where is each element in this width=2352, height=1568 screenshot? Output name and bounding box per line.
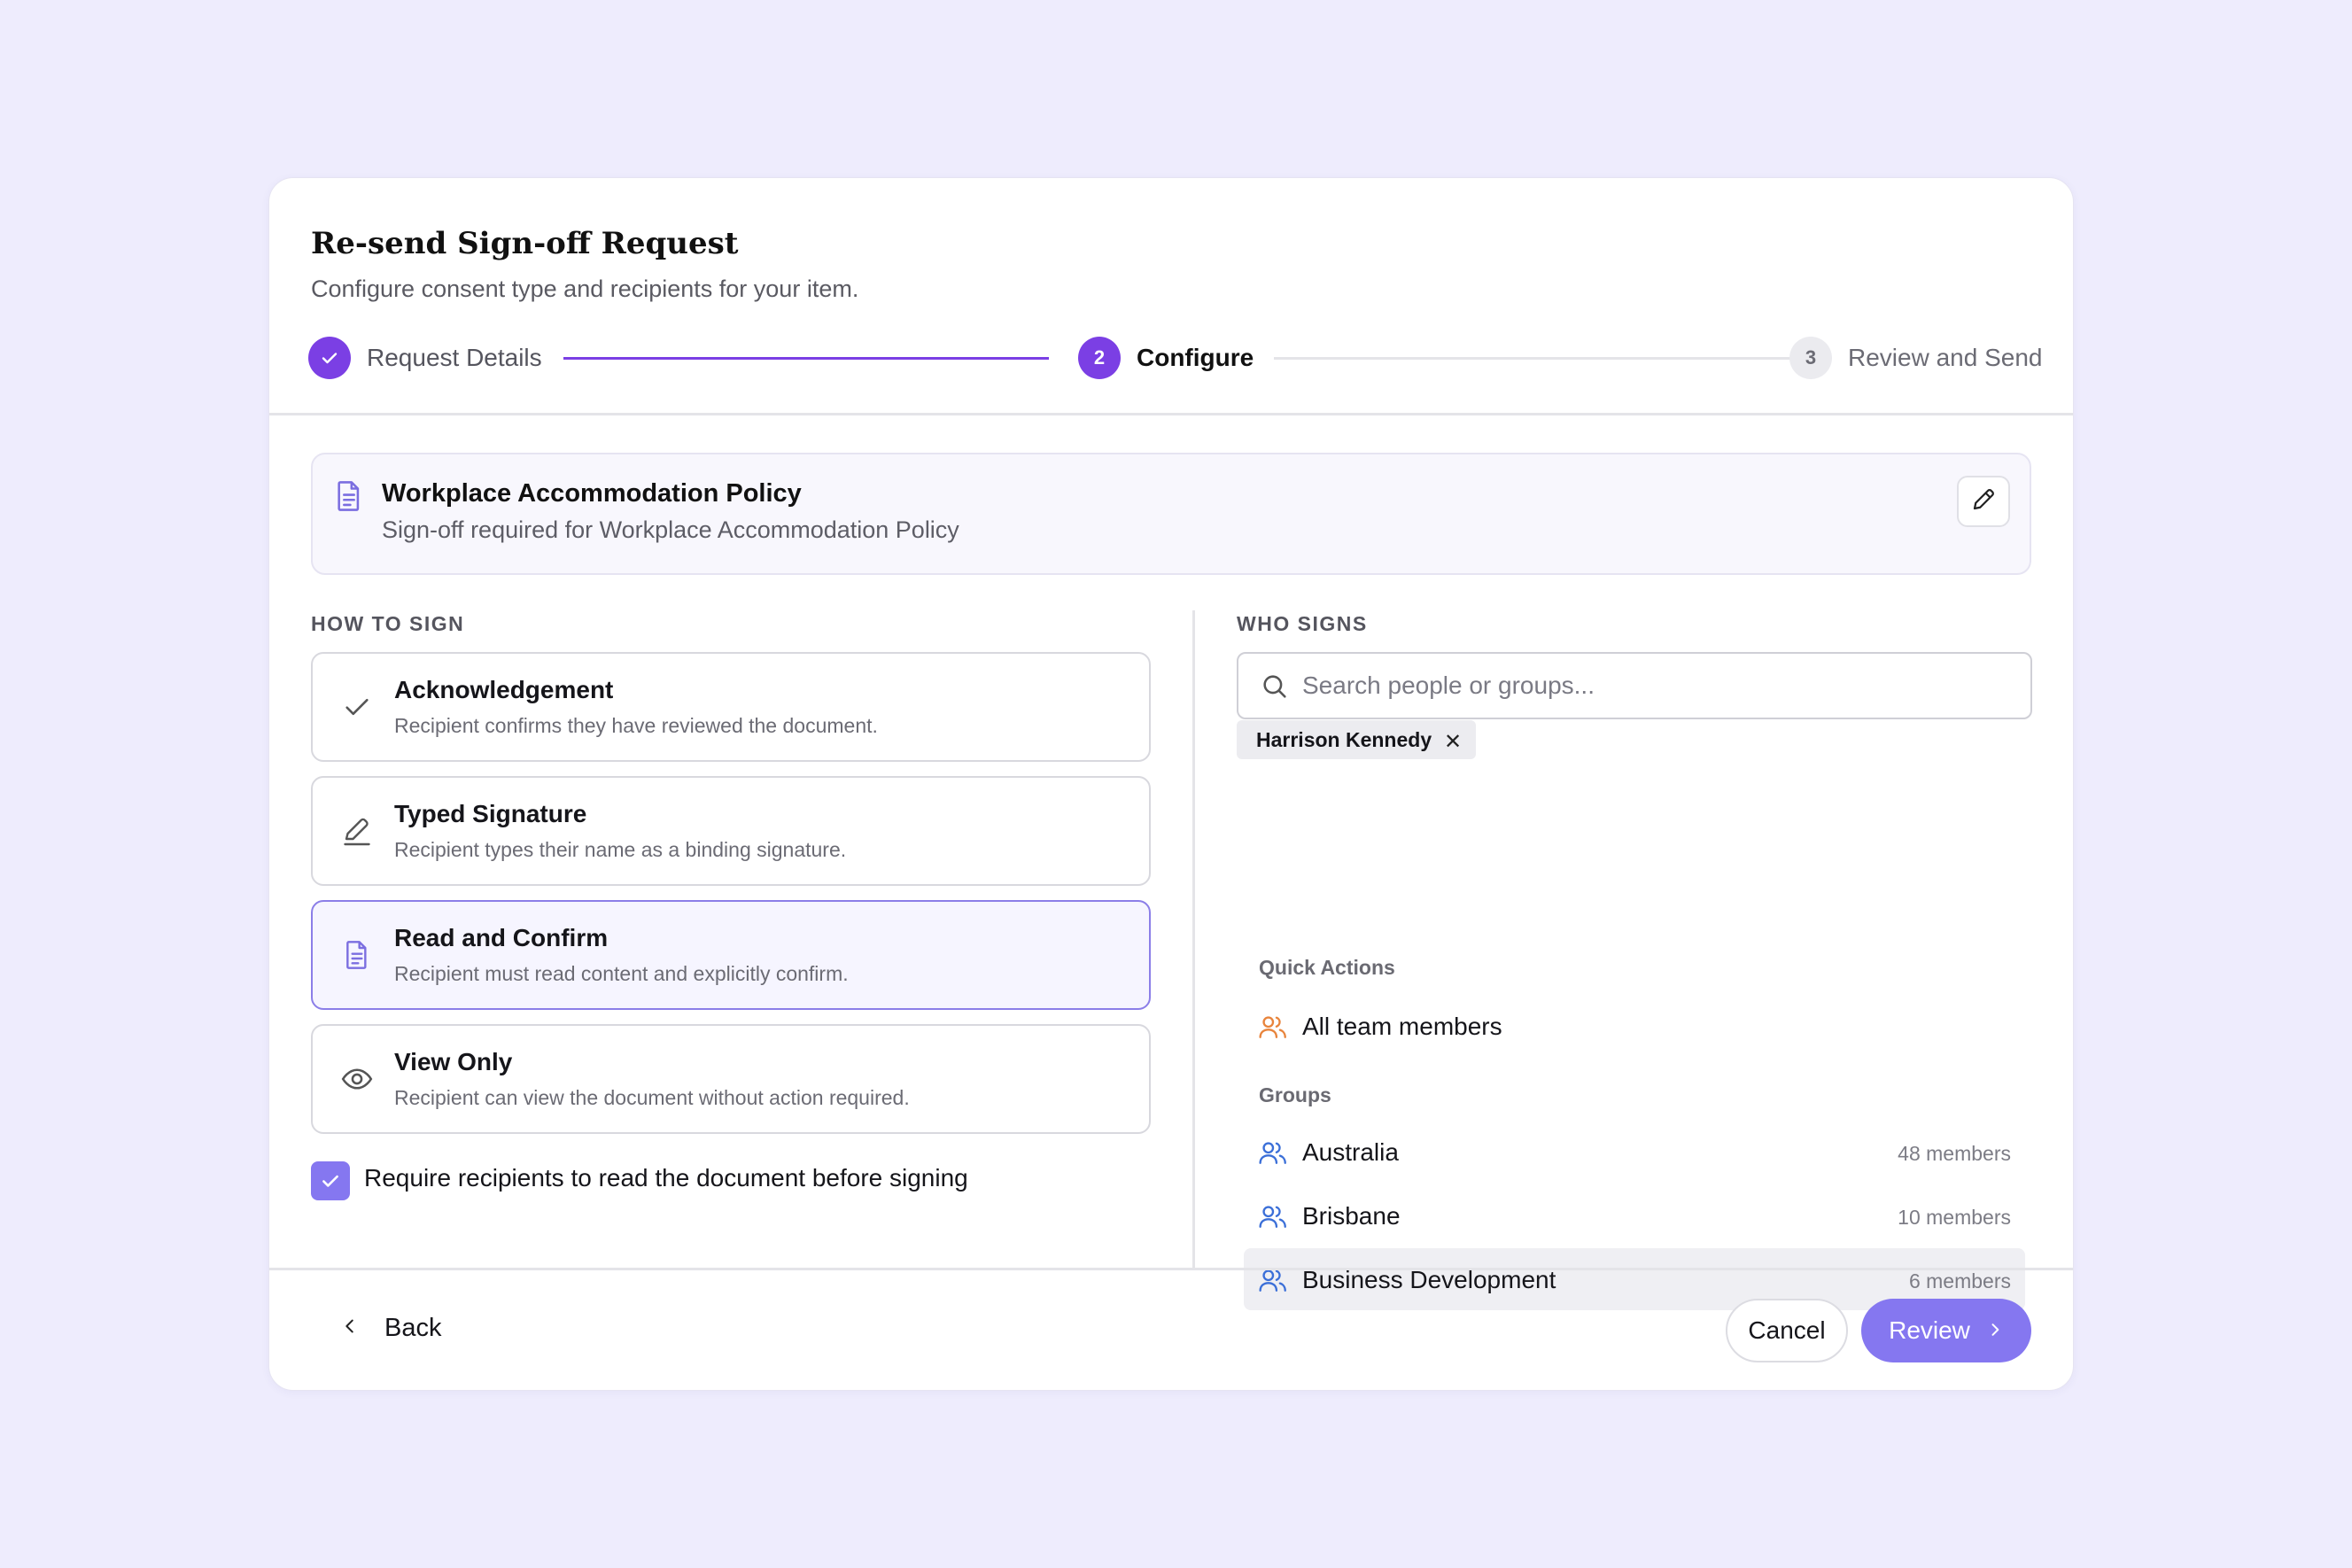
users-icon xyxy=(1258,1267,1288,1298)
modal-header: Re-send Sign-off Request Configure conse… xyxy=(269,178,2073,415)
pen-icon xyxy=(338,811,376,850)
option-typed-signature[interactable]: Typed Signature Recipient types their na… xyxy=(311,776,1151,886)
step-number: 2 xyxy=(1078,337,1121,379)
document-icon xyxy=(334,479,364,517)
pencil-icon xyxy=(1970,486,1997,517)
step-number: 3 xyxy=(1789,337,1832,379)
step-label: Configure xyxy=(1137,344,1254,371)
check-icon xyxy=(322,1175,338,1187)
group-row-brisbane[interactable]: Brisbane 10 members xyxy=(1244,1184,2025,1246)
stepper-connector-pending xyxy=(1274,357,1797,360)
check-icon xyxy=(338,687,376,726)
option-description: Recipient types their name as a binding … xyxy=(394,838,847,861)
footer-divider xyxy=(269,1268,2073,1270)
option-title: Read and Confirm xyxy=(394,924,609,951)
document-title: Workplace Accommodation Policy xyxy=(382,479,802,508)
step-label: Review and Send xyxy=(1848,344,2043,371)
search-placeholder: Search people or groups... xyxy=(1302,671,1595,699)
remove-chip-icon[interactable]: ✕ xyxy=(1444,729,1462,755)
eye-icon xyxy=(338,1060,376,1098)
option-description: Recipient can view the document without … xyxy=(394,1086,910,1109)
group-name: Australia xyxy=(1302,1138,1399,1166)
quick-action-label: All team members xyxy=(1302,1013,1502,1040)
chip-label: Harrison Kennedy xyxy=(1256,727,1432,751)
step-label: Request Details xyxy=(367,344,542,371)
chevron-left-icon xyxy=(340,1314,360,1343)
document-card: Workplace Accommodation Policy Sign-off … xyxy=(311,453,2031,575)
sign-off-modal: Re-send Sign-off Request Configure conse… xyxy=(268,177,2074,1391)
users-icon xyxy=(1258,1203,1288,1234)
group-member-count: 48 members xyxy=(1898,1142,2011,1165)
selected-recipient-chip: Harrison Kennedy ✕ xyxy=(1237,720,1477,759)
step-review-and-send[interactable]: 3 Review and Send xyxy=(1789,336,2042,380)
edit-document-button[interactable] xyxy=(1957,476,2010,527)
option-description: Recipient must read content and explicit… xyxy=(394,962,849,985)
option-title: Typed Signature xyxy=(394,800,587,827)
modal-title: Re-send Sign-off Request xyxy=(311,226,739,261)
back-button[interactable]: Back xyxy=(340,1314,441,1343)
group-name: Brisbane xyxy=(1302,1202,1401,1230)
groups-heading: Groups xyxy=(1259,1083,1331,1106)
review-label: Review xyxy=(1889,1316,1970,1344)
stepper-connector-done xyxy=(563,357,1049,360)
option-view-only[interactable]: View Only Recipient can view the documen… xyxy=(311,1024,1151,1134)
back-label: Back xyxy=(384,1314,442,1342)
quick-actions-heading: Quick Actions xyxy=(1259,956,1395,979)
require-read-label[interactable]: Require recipients to read the document … xyxy=(364,1164,968,1192)
step-configure[interactable]: 2 Configure xyxy=(1078,336,1254,380)
option-title: View Only xyxy=(394,1048,513,1075)
how-to-sign-heading: HOW TO SIGN xyxy=(311,612,465,635)
group-member-count: 10 members xyxy=(1898,1206,2011,1229)
document-subtitle: Sign-off required for Workplace Accommod… xyxy=(382,516,959,543)
option-title: Acknowledgement xyxy=(394,676,614,703)
users-icon xyxy=(1258,1013,1288,1044)
search-icon xyxy=(1260,671,1290,706)
group-member-count: 6 members xyxy=(1908,1269,2011,1292)
column-divider xyxy=(1192,610,1195,1270)
step-request-details[interactable]: Request Details xyxy=(308,336,542,380)
cancel-button[interactable]: Cancel xyxy=(1726,1299,1848,1362)
quick-action-all-team-members[interactable]: All team members xyxy=(1244,995,2025,1057)
who-signs-heading: WHO SIGNS xyxy=(1237,612,1368,635)
require-read-checkbox[interactable] xyxy=(311,1161,350,1200)
group-row-australia[interactable]: Australia 48 members xyxy=(1244,1121,2025,1183)
option-read-and-confirm[interactable]: Read and Confirm Recipient must read con… xyxy=(311,900,1151,1010)
option-acknowledgement[interactable]: Acknowledgement Recipient confirms they … xyxy=(311,652,1151,762)
check-icon xyxy=(308,337,351,379)
review-button[interactable]: Review xyxy=(1861,1299,2031,1362)
chevron-right-icon xyxy=(1986,1316,2004,1345)
users-icon xyxy=(1258,1139,1288,1170)
modal-subtitle: Configure consent type and recipients fo… xyxy=(311,276,859,302)
option-description: Recipient confirms they have reviewed th… xyxy=(394,714,878,737)
document-icon xyxy=(338,935,376,974)
recipient-search-input[interactable]: Search people or groups... xyxy=(1237,652,2032,719)
